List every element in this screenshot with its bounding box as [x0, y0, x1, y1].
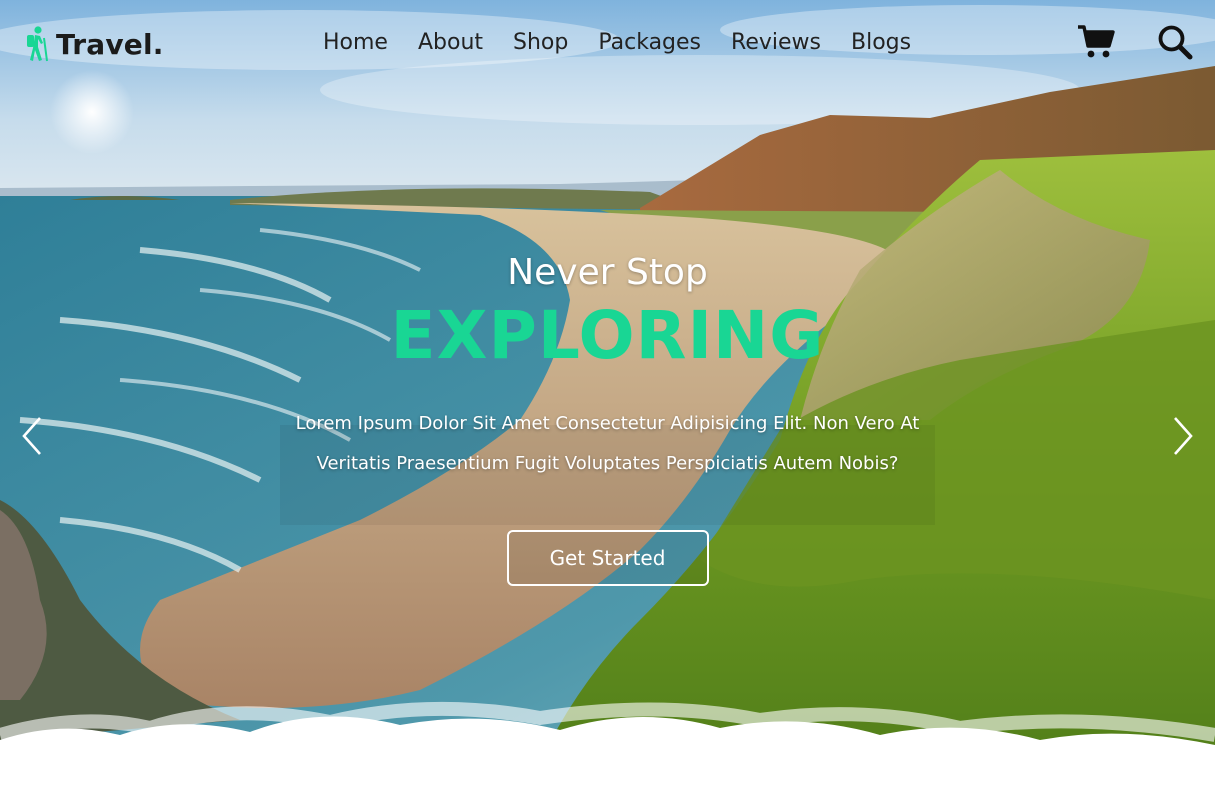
hero-subtitle: Never Stop	[507, 252, 708, 293]
hero-content: Never Stop EXPLORING Lorem Ipsum Dolor S…	[0, 250, 1215, 586]
nav-link-about[interactable]: About	[418, 26, 483, 60]
search-icon[interactable]	[1157, 24, 1193, 64]
nav-icons	[1077, 24, 1193, 64]
get-started-button[interactable]: Get Started	[506, 530, 709, 586]
main-menu: Home About Shop Packages Reviews Blogs	[308, 26, 926, 60]
nav-link-reviews[interactable]: Reviews	[731, 26, 821, 60]
nav-link-shop[interactable]: Shop	[513, 26, 568, 60]
cart-icon[interactable]	[1077, 24, 1115, 64]
hero-description: Lorem Ipsum Dolor Sit Amet Consectetur A…	[295, 413, 920, 474]
hiker-icon	[27, 26, 48, 62]
brand-logo[interactable]: Travel.	[22, 24, 164, 64]
hero-title: EXPLORING	[390, 297, 825, 374]
nav-link-home[interactable]: Home	[323, 26, 388, 60]
nav-link-packages[interactable]: Packages	[598, 26, 701, 60]
hero-section: Travel. Home About Shop Packages Reviews…	[0, 0, 1215, 810]
brand-name: Travel.	[56, 27, 164, 61]
nav-link-blogs[interactable]: Blogs	[851, 26, 911, 60]
top-navbar: Travel. Home About Shop Packages Reviews…	[0, 0, 1215, 88]
